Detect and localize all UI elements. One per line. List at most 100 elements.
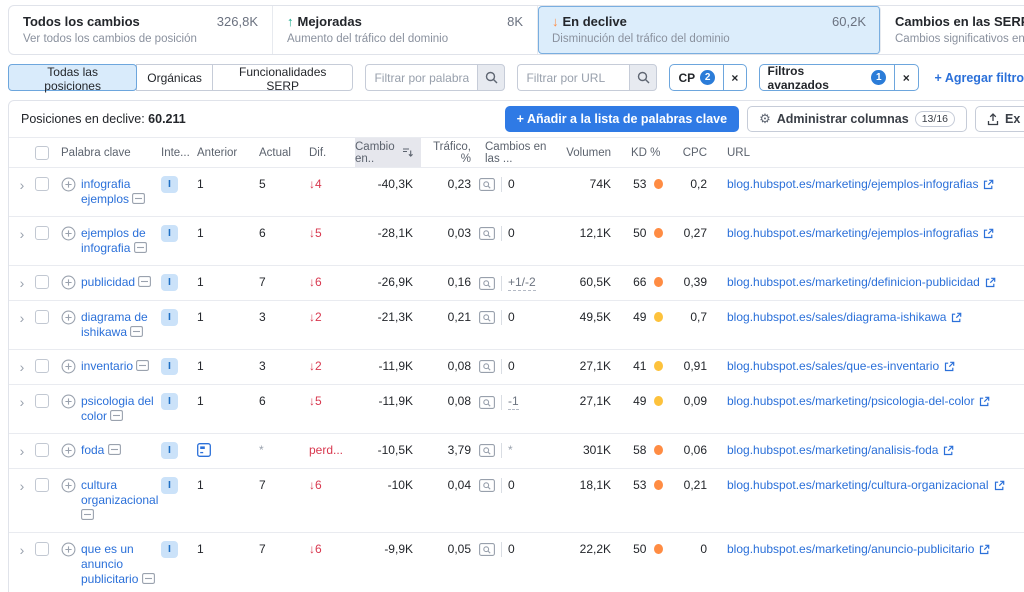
keyword-link[interactable]: foda xyxy=(81,443,104,457)
result-url-link[interactable]: blog.hubspot.es/marketing/ejemplos-infog… xyxy=(727,226,994,241)
add-to-list-icon[interactable] xyxy=(61,394,76,409)
serp-preview-icon[interactable] xyxy=(479,360,495,373)
row-checkbox[interactable] xyxy=(35,177,49,191)
serp-preview-icon[interactable] xyxy=(479,227,495,240)
add-to-list-icon[interactable] xyxy=(61,226,76,241)
result-url-link[interactable]: blog.hubspot.es/sales/diagrama-ishikawa xyxy=(727,310,962,325)
filter-chip-cp-label[interactable]: CP 2 xyxy=(670,70,723,85)
expand-chevron-icon[interactable]: › xyxy=(20,227,25,241)
serp-snapshot-icon[interactable] xyxy=(136,360,149,371)
intent-badge[interactable]: I xyxy=(161,442,178,459)
serp-snapshot-icon[interactable] xyxy=(108,444,121,455)
intent-badge[interactable]: I xyxy=(161,358,178,375)
keyword-search-button[interactable] xyxy=(477,64,505,91)
expand-chevron-icon[interactable]: › xyxy=(20,178,25,192)
serp-preview-icon[interactable] xyxy=(479,311,495,324)
expand-chevron-icon[interactable]: › xyxy=(20,395,25,409)
result-url-link[interactable]: blog.hubspot.es/marketing/ejemplos-infog… xyxy=(727,177,994,192)
serp-preview-icon[interactable] xyxy=(479,479,495,492)
add-to-list-icon[interactable] xyxy=(61,310,76,325)
row-checkbox[interactable] xyxy=(35,443,49,457)
add-to-list-icon[interactable] xyxy=(61,443,76,458)
intent-badge[interactable]: I xyxy=(161,393,178,410)
filter-chip-avanzados-label[interactable]: Filtros avanzados 1 xyxy=(760,64,895,91)
row-checkbox[interactable] xyxy=(35,359,49,373)
filter-chip-close-icon[interactable]: × xyxy=(723,65,745,90)
segment-todas-las-posiciones[interactable]: Todas las posiciones xyxy=(8,64,137,91)
keyword-link[interactable]: publicidad xyxy=(81,275,135,289)
keyword-filter-input[interactable] xyxy=(365,64,477,91)
add-to-list-icon[interactable] xyxy=(61,478,76,493)
tab-todos-los-cambios[interactable]: Todos los cambios 326,8K Ver todos los c… xyxy=(9,6,273,54)
result-url-link[interactable]: blog.hubspot.es/marketing/analisis-foda xyxy=(727,443,954,458)
serp-changes-value[interactable]: * xyxy=(508,443,513,458)
serp-snapshot-icon[interactable] xyxy=(132,193,145,204)
intent-badge[interactable]: I xyxy=(161,225,178,242)
serp-changes-value[interactable]: 0 xyxy=(508,177,515,192)
tab-en-declive[interactable]: En declive 60,2K Disminución del tráfico… xyxy=(538,6,881,54)
serp-changes-value[interactable]: 0 xyxy=(508,478,515,493)
keyword-link[interactable]: cultura organizacional xyxy=(81,478,158,507)
serp-snapshot-icon[interactable] xyxy=(130,326,143,337)
expand-chevron-icon[interactable]: › xyxy=(20,543,25,557)
row-checkbox[interactable] xyxy=(35,478,49,492)
intent-badge[interactable]: I xyxy=(161,477,178,494)
segment-organicas[interactable]: Orgánicas xyxy=(136,64,213,91)
row-checkbox[interactable] xyxy=(35,226,49,240)
keyword-link[interactable]: infografia ejemplos xyxy=(81,177,130,206)
expand-chevron-icon[interactable]: › xyxy=(20,311,25,325)
add-to-list-icon[interactable] xyxy=(61,177,76,192)
url-filter-input[interactable] xyxy=(517,64,629,91)
intent-badge[interactable]: I xyxy=(161,176,178,193)
url-search-button[interactable] xyxy=(629,64,657,91)
result-url-link[interactable]: blog.hubspot.es/marketing/anuncio-public… xyxy=(727,542,990,557)
serp-changes-value[interactable]: 0 xyxy=(508,542,515,557)
serp-snapshot-icon[interactable] xyxy=(142,573,155,584)
export-button[interactable]: Ex xyxy=(975,106,1024,132)
add-to-list-icon[interactable] xyxy=(61,359,76,374)
intent-badge[interactable]: I xyxy=(161,274,178,291)
intent-badge[interactable]: I xyxy=(161,309,178,326)
serp-changes-value[interactable]: 0 xyxy=(508,359,515,374)
serp-snapshot-icon[interactable] xyxy=(134,242,147,253)
row-checkbox[interactable] xyxy=(35,310,49,324)
tab-mejoradas[interactable]: Mejoradas 8K Aumento del tráfico del dom… xyxy=(273,6,538,54)
serp-changes-value[interactable]: +1/-2 xyxy=(508,275,536,291)
select-all-checkbox[interactable] xyxy=(35,146,49,160)
result-url-link[interactable]: blog.hubspot.es/marketing/psicologia-del… xyxy=(727,394,990,409)
serp-changes-value[interactable]: 0 xyxy=(508,310,515,325)
expand-chevron-icon[interactable]: › xyxy=(20,276,25,290)
filter-chip-close-icon[interactable]: × xyxy=(894,65,917,90)
serp-preview-icon[interactable] xyxy=(479,444,495,457)
expand-chevron-icon[interactable]: › xyxy=(20,360,25,374)
serp-changes-value[interactable]: -1 xyxy=(508,394,519,410)
manage-columns-button[interactable]: ⚙ Administrar columnas 13/16 xyxy=(747,106,967,132)
serp-preview-icon[interactable] xyxy=(479,543,495,556)
intent-badge[interactable]: I xyxy=(161,541,178,558)
add-filter-link[interactable]: + Agregar filtro xyxy=(935,71,1024,85)
row-checkbox[interactable] xyxy=(35,394,49,408)
header-cambio-sort[interactable]: Cambio en.. xyxy=(355,138,421,167)
serp-changes-value[interactable]: 0 xyxy=(508,226,515,241)
row-checkbox[interactable] xyxy=(35,275,49,289)
position-difference: ↓6 xyxy=(309,275,322,290)
serp-preview-icon[interactable] xyxy=(479,277,495,290)
expand-chevron-icon[interactable]: › xyxy=(20,444,25,458)
serp-snapshot-icon[interactable] xyxy=(81,509,94,520)
expand-chevron-icon[interactable]: › xyxy=(20,479,25,493)
serp-preview-icon[interactable] xyxy=(479,178,495,191)
add-to-list-icon[interactable] xyxy=(61,542,76,557)
row-checkbox[interactable] xyxy=(35,542,49,556)
segment-funcionalidades-serp[interactable]: Funcionalidades SERP xyxy=(212,64,354,91)
keyword-link[interactable]: inventario xyxy=(81,359,133,373)
add-to-list-icon[interactable] xyxy=(61,275,76,290)
serp-snapshot-icon[interactable] xyxy=(110,410,123,421)
tab-cambios-en-las-serp[interactable]: Cambios en las SERP Cambios significativ… xyxy=(881,6,1024,54)
result-url-link[interactable]: blog.hubspot.es/marketing/cultura-organi… xyxy=(727,478,1005,493)
add-to-keyword-list-button[interactable]: + Añadir a la lista de palabras clave xyxy=(505,106,739,132)
serp-snapshot-icon[interactable] xyxy=(138,276,151,287)
result-url-link[interactable]: blog.hubspot.es/sales/que-es-inventario xyxy=(727,359,955,374)
result-url-link[interactable]: blog.hubspot.es/marketing/definicion-pub… xyxy=(727,275,996,290)
serp-preview-icon[interactable] xyxy=(479,396,495,409)
keyword-link[interactable]: que es un anuncio publicitario xyxy=(81,542,138,586)
